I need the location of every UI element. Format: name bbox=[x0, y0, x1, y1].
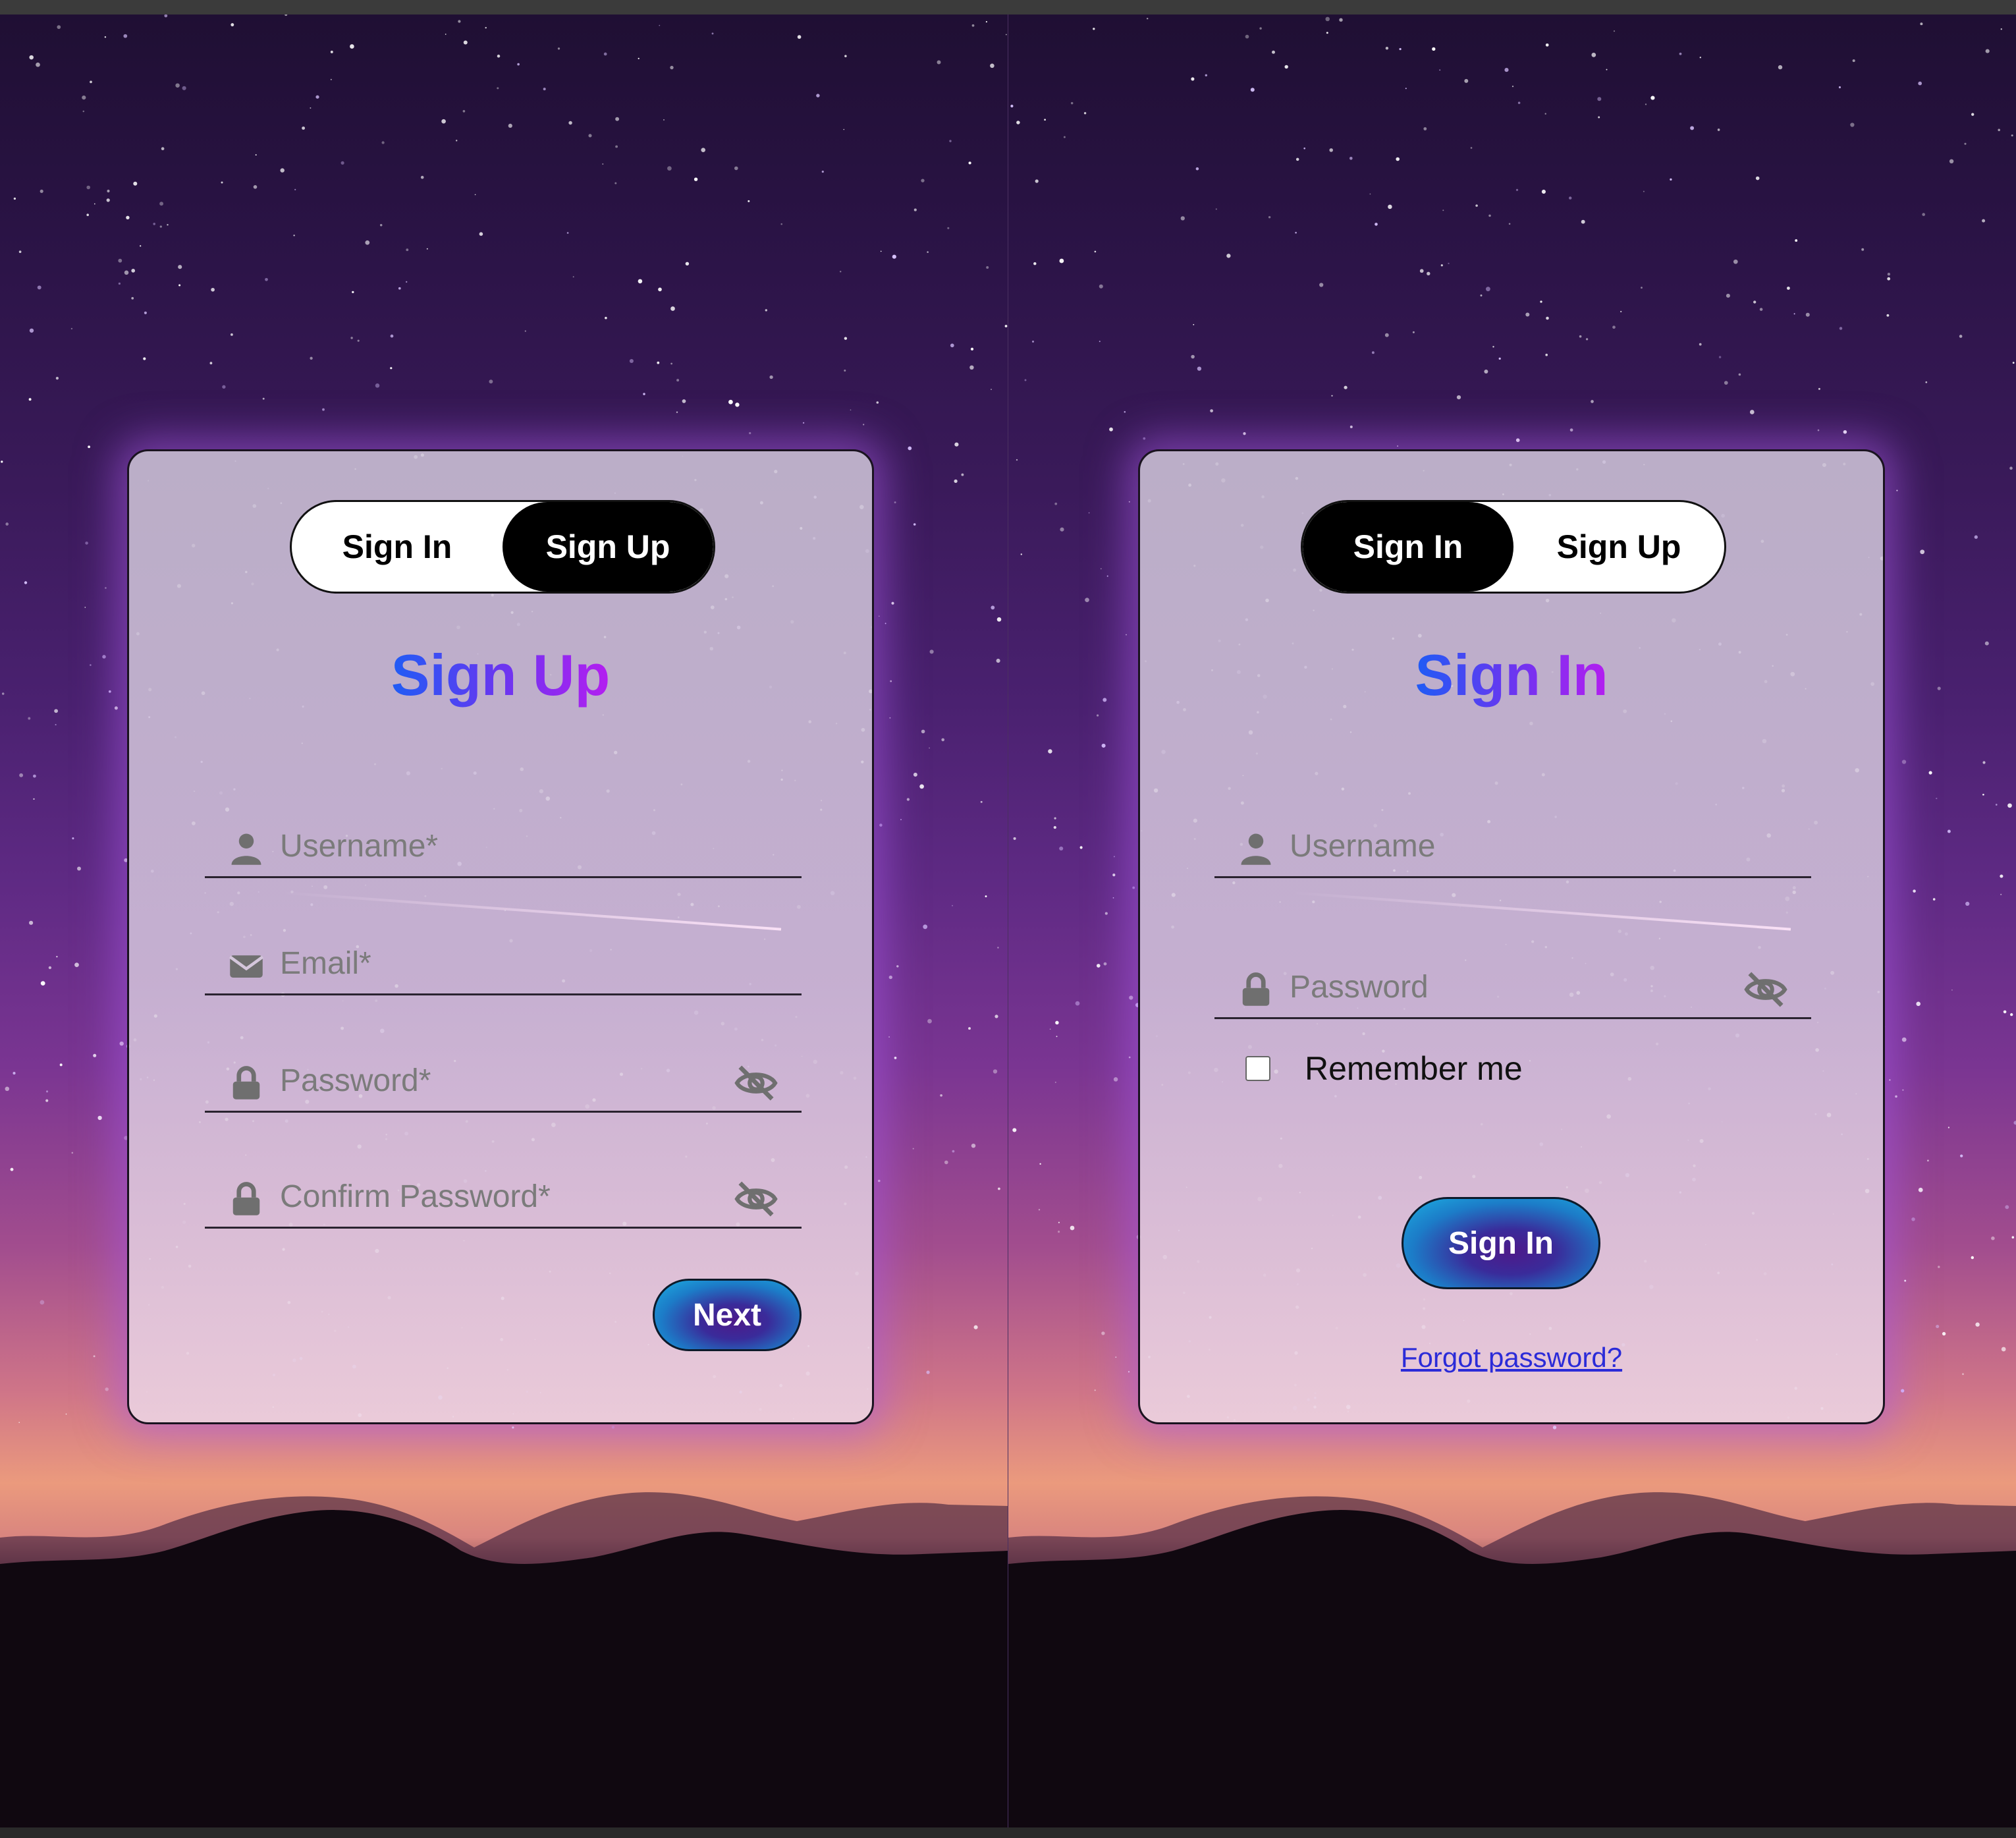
username-field bbox=[1214, 812, 1811, 878]
forgot-password-link[interactable]: Forgot password? bbox=[1140, 1342, 1883, 1374]
window-top-bar bbox=[0, 0, 2016, 14]
window-bottom-bar bbox=[0, 1827, 2016, 1838]
confirm-password-field bbox=[205, 1163, 802, 1229]
toggle-sign-in[interactable]: Sign In bbox=[1303, 502, 1513, 592]
user-icon bbox=[231, 833, 261, 865]
mountain-silhouette bbox=[1008, 1492, 2016, 1827]
toggle-sign-up[interactable]: Sign Up bbox=[503, 502, 713, 592]
auth-mode-toggle: Sign In Sign Up bbox=[290, 500, 715, 594]
password-input[interactable] bbox=[279, 1059, 716, 1102]
toggle-sign-in[interactable]: Sign In bbox=[292, 502, 503, 592]
eye-slash-icon[interactable] bbox=[733, 1064, 779, 1102]
form-title-text: Sign Up bbox=[391, 642, 611, 708]
signup-screen: Sign In Sign Up Sign Up Next bbox=[0, 14, 1008, 1827]
signin-screen: Sign In Sign Up Sign In Remember me Sign… bbox=[1008, 14, 2016, 1827]
email-input[interactable] bbox=[279, 941, 716, 985]
toggle-sign-up[interactable]: Sign Up bbox=[1513, 502, 1724, 592]
password-field bbox=[1214, 953, 1811, 1019]
user-icon bbox=[1241, 833, 1271, 865]
form-title: Sign In bbox=[1140, 642, 1883, 708]
password-field bbox=[205, 1047, 802, 1113]
form-title: Sign Up bbox=[129, 642, 872, 708]
auth-mode-toggle: Sign In Sign Up bbox=[1301, 500, 1726, 594]
lock-icon bbox=[232, 1066, 260, 1100]
meteor-streak bbox=[281, 891, 782, 931]
signin-card: Sign In Sign Up Sign In Remember me Sign… bbox=[1138, 449, 1885, 1424]
eye-slash-icon[interactable] bbox=[733, 1180, 779, 1218]
form-title-text: Sign In bbox=[1415, 642, 1608, 708]
envelope-icon bbox=[229, 955, 264, 978]
remember-me-label: Remember me bbox=[1305, 1050, 1523, 1087]
password-input[interactable] bbox=[1288, 965, 1726, 1009]
sign-in-button[interactable]: Sign In bbox=[1402, 1197, 1600, 1289]
remember-me-checkbox[interactable] bbox=[1245, 1056, 1270, 1081]
signup-card: Sign In Sign Up Sign Up Next bbox=[127, 449, 874, 1424]
username-input[interactable] bbox=[1288, 824, 1726, 868]
meteor-streak bbox=[1291, 891, 1791, 931]
username-input[interactable] bbox=[279, 824, 716, 868]
mountain-silhouette bbox=[0, 1492, 1008, 1827]
next-button[interactable]: Next bbox=[653, 1279, 802, 1351]
email-field bbox=[205, 930, 802, 995]
lock-icon bbox=[1242, 972, 1270, 1006]
confirm-password-input[interactable] bbox=[279, 1175, 716, 1218]
username-field bbox=[205, 812, 802, 878]
eye-slash-icon[interactable] bbox=[1743, 970, 1789, 1009]
remember-me: Remember me bbox=[1245, 1049, 1523, 1088]
lock-icon bbox=[232, 1182, 260, 1215]
